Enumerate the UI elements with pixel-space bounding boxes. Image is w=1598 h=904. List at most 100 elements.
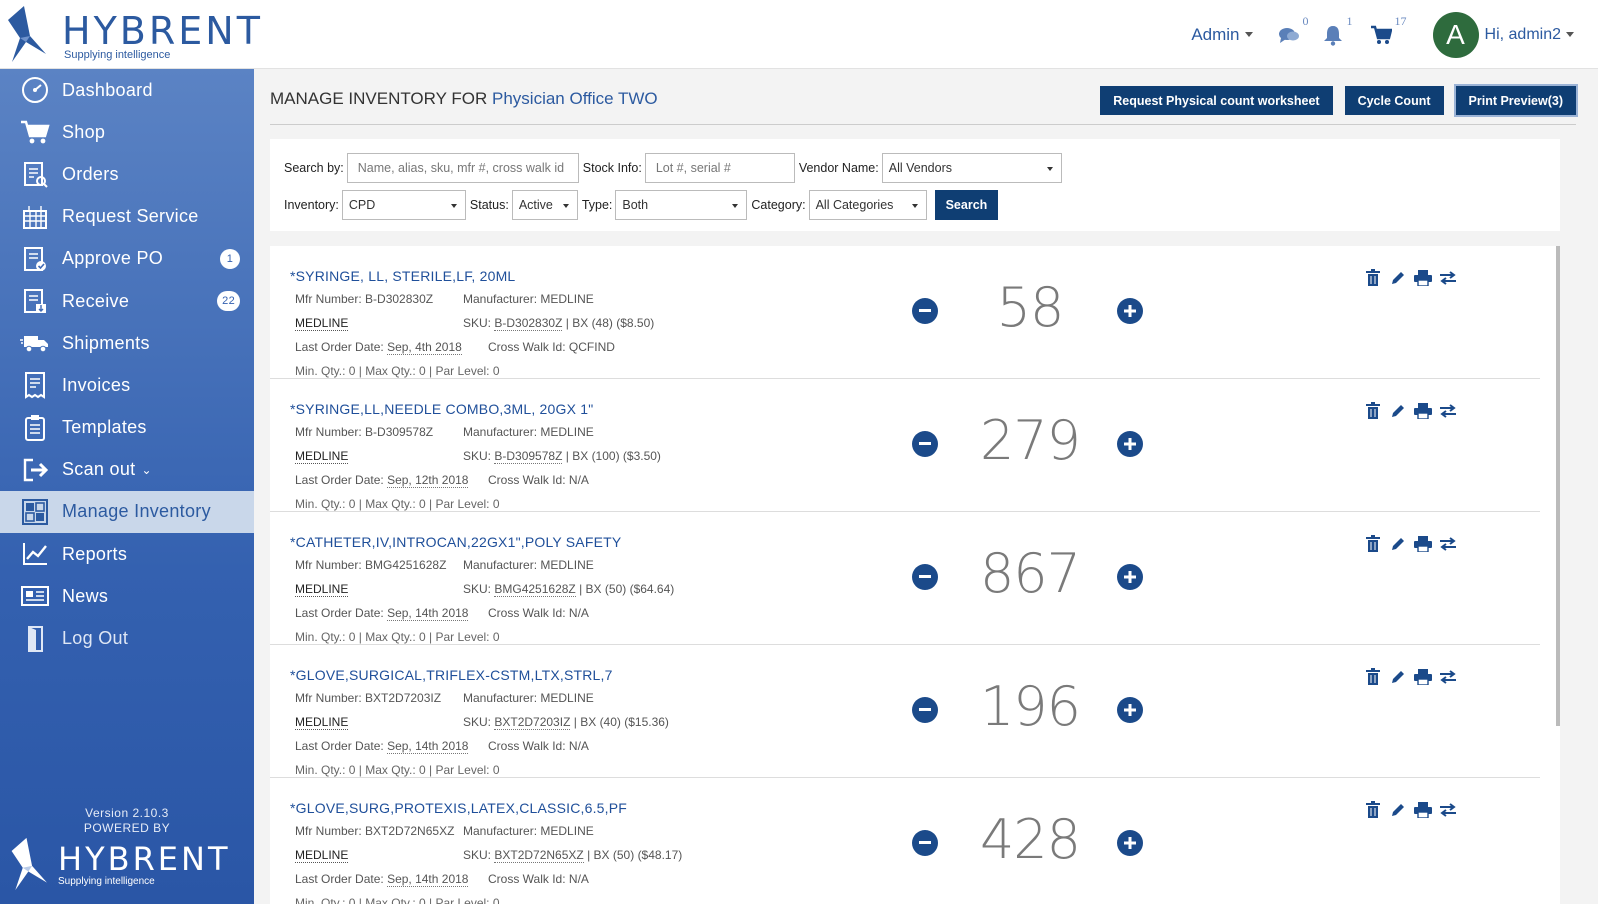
sidebar-item-scan-out[interactable]: Scan out ⌄ (0, 449, 254, 491)
vendor-link[interactable]: MEDLINE (295, 848, 349, 863)
pencil-icon[interactable] (1385, 800, 1410, 820)
last-order-value[interactable]: Sep, 4th 2018 (387, 340, 462, 355)
category-select[interactable]: All Categories (808, 190, 927, 220)
item-name-link[interactable]: *CATHETER,IV,INTROCAN,22GX1",POLY SAFETY (290, 534, 621, 550)
increment-button[interactable] (1117, 298, 1143, 324)
print-icon[interactable] (1410, 667, 1435, 687)
trash-icon[interactable] (1360, 667, 1385, 687)
sidebar-item-receive[interactable]: Receive 22 (0, 280, 254, 322)
print-icon[interactable] (1410, 268, 1435, 288)
sidebar-item-news[interactable]: News (0, 575, 254, 617)
search-button[interactable]: Search (934, 190, 999, 220)
increment-button[interactable] (1117, 830, 1143, 856)
swap-icon[interactable] (1435, 401, 1460, 421)
main-content: MANAGE INVENTORY FOR Physician Office TW… (254, 69, 1598, 904)
last-order-line: Last Order Date: Sep, 12th 2018 (295, 473, 469, 488)
trash-icon[interactable] (1360, 268, 1385, 288)
pencil-icon[interactable] (1385, 534, 1410, 554)
last-order-line: Last Order Date: Sep, 14th 2018 (295, 606, 469, 621)
manufacturer-label: Manufacturer: (463, 292, 538, 306)
vendor-select[interactable]: All Vendors (881, 153, 1062, 183)
item-actions (1360, 800, 1460, 820)
item-name-link[interactable]: *SYRINGE,LL,NEEDLE COMBO,3ML, 20GX 1" (290, 401, 593, 417)
pencil-icon[interactable] (1385, 268, 1410, 288)
sidebar-item-templates[interactable]: Templates (0, 407, 254, 449)
sidebar-item-dashboard[interactable]: Dashboard (0, 69, 254, 111)
print-preview-button[interactable]: Print Preview(3) (1455, 86, 1576, 115)
messages-button[interactable]: 0 (1277, 14, 1309, 47)
item-name-link[interactable]: *GLOVE,SURGICAL,TRIFLEX-CSTM,LTX,STRL,7 (290, 667, 613, 683)
vendor-link[interactable]: MEDLINE (295, 449, 349, 464)
trash-icon[interactable] (1360, 534, 1385, 554)
swap-icon[interactable] (1435, 534, 1460, 554)
notifications-button[interactable]: 1 (1321, 14, 1353, 47)
hybrent-logo[interactable]: HYBRENT Supplying intelligence (0, 0, 260, 69)
sku-value[interactable]: BXT2D72N65XZ (494, 848, 584, 863)
pack-price-value: (40) ($15.36) (599, 715, 669, 729)
vendor-link[interactable]: MEDLINE (295, 316, 349, 331)
manufacturer-line: Manufacturer: MEDLINE (463, 425, 594, 439)
stock-info-input[interactable]: Lot #, serial # (644, 153, 795, 183)
version-info: Version 2.10.3 POWERED BY (0, 806, 254, 836)
print-icon[interactable] (1410, 401, 1435, 421)
sku-value[interactable]: BMG4251628Z (494, 582, 576, 597)
sidebar-item-shipments[interactable]: Shipments (0, 322, 254, 364)
request-worksheet-button[interactable]: Request Physical count worksheet (1100, 86, 1333, 115)
sidebar-item-log-out[interactable]: Log Out (0, 617, 254, 659)
trash-icon[interactable] (1360, 800, 1385, 820)
vendor-link[interactable]: MEDLINE (295, 715, 349, 730)
search-input[interactable]: Name, alias, sku, mfr #, cross walk id (346, 153, 579, 183)
increment-button[interactable] (1117, 431, 1143, 457)
print-icon[interactable] (1410, 534, 1435, 554)
sku-value[interactable]: B-D302830Z (494, 316, 563, 331)
sku-value[interactable]: B-D309578Z (494, 449, 563, 464)
type-select[interactable]: Both (615, 190, 748, 220)
item-name-link[interactable]: *SYRINGE, LL, STERILE,LF, 20ML (290, 268, 515, 284)
increment-button[interactable] (1117, 697, 1143, 723)
sidebar-item-shop[interactable]: Shop (0, 111, 254, 153)
inventory-select[interactable]: CPD (341, 190, 466, 220)
item-name-link[interactable]: *GLOVE,SURG,PROTEXIS,LATEX,CLASSIC,6.5,P… (290, 800, 627, 816)
sidebar-item-label: Templates (62, 417, 147, 438)
swap-icon[interactable] (1435, 800, 1460, 820)
cycle-count-button[interactable]: Cycle Count (1344, 86, 1444, 115)
last-order-value[interactable]: Sep, 12th 2018 (387, 473, 469, 488)
sidebar-item-manage-inventory[interactable]: Manage Inventory (0, 490, 254, 534)
dropdown-caret-icon (1046, 167, 1053, 171)
last-order-value[interactable]: Sep, 14th 2018 (387, 872, 469, 887)
pencil-icon[interactable] (1385, 667, 1410, 687)
decrement-button[interactable] (912, 431, 938, 457)
user-menu[interactable]: Hi, admin2 (1485, 26, 1574, 44)
admin-menu[interactable]: Admin (1191, 25, 1253, 45)
sidebar-item-reports[interactable]: Reports (0, 533, 254, 575)
messages-count: 0 (1302, 13, 1309, 28)
avatar[interactable]: A (1432, 11, 1479, 58)
increment-button[interactable] (1117, 564, 1143, 590)
footer-brand-tagline: Supplying intelligence (58, 876, 155, 887)
vendor-link[interactable]: MEDLINE (295, 582, 349, 597)
page-title: MANAGE INVENTORY FOR Physician Office TW… (270, 89, 658, 109)
status-select[interactable]: Active (511, 190, 578, 220)
pencil-icon[interactable] (1385, 401, 1410, 421)
scan-out-icon (20, 455, 50, 485)
decrement-button[interactable] (912, 697, 938, 723)
decrement-button[interactable] (912, 564, 938, 590)
print-icon[interactable] (1410, 800, 1435, 820)
sidebar-item-orders[interactable]: Orders (0, 153, 254, 195)
swap-icon[interactable] (1435, 667, 1460, 687)
last-order-value[interactable]: Sep, 14th 2018 (387, 606, 469, 621)
sidebar-item-request-service[interactable]: Request Service (0, 196, 254, 238)
scrollbar[interactable] (1556, 246, 1560, 726)
chevron-down-icon (1244, 32, 1253, 37)
sku-value[interactable]: BXT2D7203IZ (494, 715, 571, 730)
cart-button[interactable]: 17 (1369, 14, 1407, 47)
decrement-button[interactable] (912, 830, 938, 856)
minus-icon (919, 708, 931, 711)
footer-logo: HYBRENT Supplying intelligence (0, 837, 254, 898)
sidebar-item-approve-po[interactable]: Approve PO 1 (0, 238, 254, 280)
decrement-button[interactable] (912, 298, 938, 324)
sidebar-item-invoices[interactable]: Invoices (0, 364, 254, 406)
swap-icon[interactable] (1435, 268, 1460, 288)
last-order-value[interactable]: Sep, 14th 2018 (387, 739, 469, 754)
trash-icon[interactable] (1360, 401, 1385, 421)
